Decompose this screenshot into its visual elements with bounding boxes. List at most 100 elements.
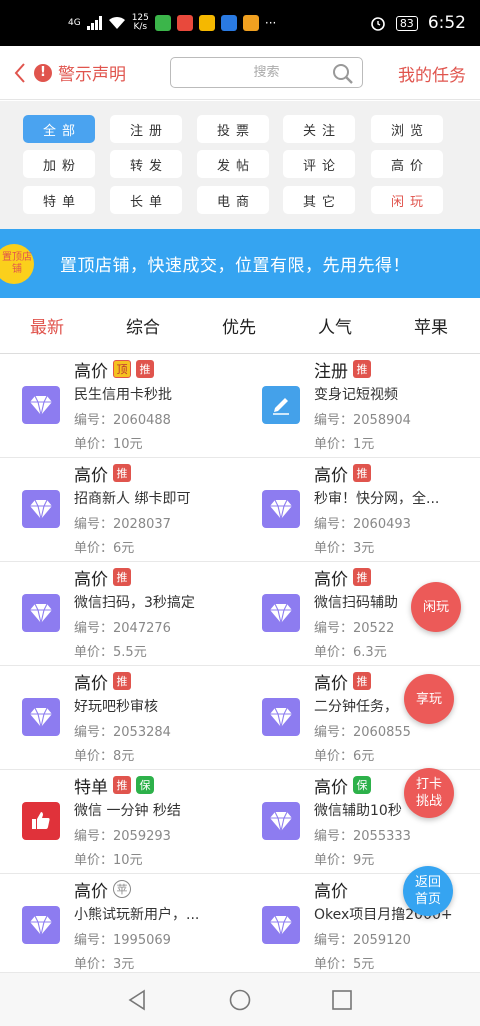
- category-button[interactable]: 特单: [23, 186, 95, 214]
- promo-banner[interactable]: 置顶店铺 置顶店铺，快速成交，位置有限，先用先得！: [0, 229, 480, 298]
- search-box[interactable]: [170, 57, 363, 88]
- guarantee-tag: 保: [136, 776, 154, 794]
- task-card[interactable]: 高价推招商新人 绑卡即可 编号：2028037 单价：6元: [0, 458, 240, 562]
- app-notification-icon: [154, 15, 171, 31]
- diamond-icon: [262, 594, 300, 632]
- status-bar: 4G 125 K/s ··· 83 6:52: [0, 0, 480, 46]
- task-type: 高价: [314, 777, 348, 798]
- diamond-icon: [22, 906, 60, 944]
- task-card[interactable]: 特单推保微信 一分钟 秒结 编号：2059293 单价：10元: [0, 770, 240, 874]
- warning-label: 警示声明: [58, 65, 126, 85]
- clock: 6:52: [427, 13, 466, 33]
- task-price: 单价：6元: [314, 749, 375, 764]
- task-card[interactable]: 注册推变身记短视频 编号：2058904 单价：1元: [240, 354, 480, 458]
- network-speed: 125 K/s: [131, 13, 149, 32]
- task-card[interactable]: 高价推秒审！快分网，全... 编号：2060493 单价：3元: [240, 458, 480, 562]
- diamond-icon: [22, 386, 60, 424]
- category-button[interactable]: 其它: [283, 186, 355, 214]
- battery-level: 83: [395, 15, 418, 31]
- network-type: 4G: [68, 17, 81, 28]
- category-button[interactable]: 评论: [283, 150, 355, 178]
- banner-text: 置顶店铺，快速成交，位置有限，先用先得！: [60, 256, 410, 276]
- task-description: 招商新人 绑卡即可: [74, 491, 191, 507]
- play-float-button[interactable]: 闲玩: [411, 582, 461, 632]
- sort-tab[interactable]: 苹果: [414, 313, 448, 338]
- search-input[interactable]: [191, 65, 342, 80]
- diamond-icon: [262, 698, 300, 736]
- recommend-tag: 推: [136, 360, 154, 378]
- task-description: 民生信用卡秒批: [74, 387, 172, 403]
- category-button[interactable]: 闲玩: [371, 186, 443, 214]
- category-button[interactable]: 全部: [23, 115, 95, 143]
- task-id: 编号：2060493: [314, 517, 411, 532]
- recommend-tag: 推: [353, 464, 371, 482]
- category-button[interactable]: 注册: [110, 115, 182, 143]
- back-home-button[interactable]: 返回 首页: [403, 866, 453, 916]
- task-card[interactable]: 高价推好玩吧秒审核 编号：2053284 单价：8元: [0, 666, 240, 770]
- task-description: Okex项目月撸2000+: [314, 907, 453, 923]
- category-button[interactable]: 电商: [197, 186, 269, 214]
- task-row: 高价推微信扫码，3秒搞定 编号：2047276 单价：5.5元 高价推微信扫码辅助 编号…: [0, 562, 480, 666]
- task-price: 单价：1元: [314, 437, 375, 452]
- sort-tab[interactable]: 人气: [318, 313, 352, 338]
- task-type: 高价: [314, 881, 348, 902]
- search-icon[interactable]: [332, 63, 354, 85]
- task-type: 高价: [74, 569, 108, 590]
- category-filter: 全部 注册 投票 关注 浏览加粉 转发 发帖 评论 高价特单 长单 电商 其它 闲玩: [0, 101, 480, 229]
- warning-icon: !: [34, 63, 52, 82]
- task-card[interactable]: 高价顶推民生信用卡秒批 编号：2060488 单价：10元: [0, 354, 240, 458]
- task-id: 编号：2059293: [74, 829, 171, 844]
- checkin-challenge-button[interactable]: 打卡 挑战: [404, 768, 454, 818]
- task-id: 编号：2059120: [314, 933, 411, 948]
- diamond-icon: [22, 698, 60, 736]
- task-id: 编号：2055333: [314, 829, 411, 844]
- warning-link[interactable]: ! 警示声明: [34, 60, 126, 85]
- task-description: 微信扫码，3秒搞定: [74, 595, 195, 611]
- recommend-tag: 推: [353, 672, 371, 690]
- recommend-tag: 推: [113, 776, 131, 794]
- app-notification-icon: [176, 15, 193, 31]
- back-button[interactable]: [6, 46, 34, 100]
- nav-home-icon[interactable]: [228, 988, 252, 1012]
- task-card[interactable]: 高价苹小熊试玩新用户，... 编号：1995069 单价：3元: [0, 874, 240, 972]
- system-nav-bar: [0, 972, 480, 1026]
- task-row: 高价推招商新人 绑卡即可 编号：2028037 单价：6元 高价推秒审！快分网，全..…: [0, 458, 480, 562]
- sort-tab[interactable]: 优先: [222, 313, 256, 338]
- sort-tab[interactable]: 综合: [126, 313, 160, 338]
- category-button[interactable]: 投票: [197, 115, 269, 143]
- task-id: 编号：1995069: [74, 933, 171, 948]
- pencil-icon: [262, 386, 300, 424]
- enjoy-float-button[interactable]: 享玩: [404, 674, 454, 724]
- nav-back-icon[interactable]: [126, 988, 150, 1012]
- category-button[interactable]: 转发: [110, 150, 182, 178]
- task-price: 单价：5.5元: [74, 645, 147, 660]
- task-price: 单价：3元: [74, 957, 135, 972]
- task-type: 高价: [314, 673, 348, 694]
- category-button[interactable]: 高价: [371, 150, 443, 178]
- sort-tab[interactable]: 最新: [30, 313, 64, 338]
- sort-tabs: 最新 综合 优先 人气 苹果: [0, 298, 480, 354]
- task-description: 秒审！快分网，全...: [314, 491, 440, 507]
- alarm-icon: [371, 17, 385, 31]
- app-header: ! 警示声明 我的任务: [0, 46, 480, 100]
- nav-recents-icon[interactable]: [330, 988, 354, 1012]
- category-button[interactable]: 长单: [110, 186, 182, 214]
- task-id: 编号：2047276: [74, 621, 171, 636]
- recommend-tag: 推: [113, 464, 131, 482]
- category-button[interactable]: 浏览: [371, 115, 443, 143]
- app-notification-icon: [198, 15, 215, 31]
- chevron-left-icon: [14, 62, 25, 83]
- top-tag: 顶: [113, 360, 131, 378]
- category-button[interactable]: 加粉: [23, 150, 95, 178]
- task-type: 高价: [314, 569, 348, 590]
- app-notification-icon: [220, 15, 237, 31]
- my-tasks-link[interactable]: 我的任务: [398, 61, 466, 86]
- category-button[interactable]: 发帖: [197, 150, 269, 178]
- pinned-shop-badge: 置顶店铺: [0, 244, 34, 284]
- task-price: 单价：6.3元: [314, 645, 387, 660]
- category-button[interactable]: 关注: [283, 115, 355, 143]
- task-id: 编号：2028037: [74, 517, 171, 532]
- signal-icon: [86, 16, 102, 30]
- task-card[interactable]: 高价推微信扫码，3秒搞定 编号：2047276 单价：5.5元: [0, 562, 240, 666]
- recommend-tag: 推: [113, 568, 131, 586]
